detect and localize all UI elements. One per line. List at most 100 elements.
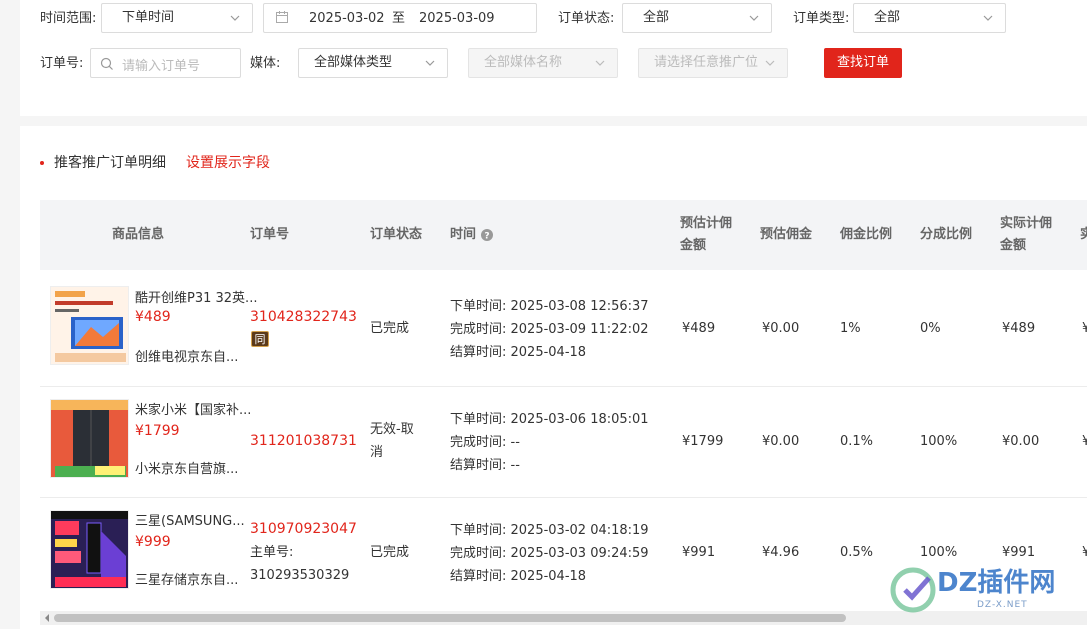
chevron-down-icon (983, 13, 993, 23)
time-range-value: 下单时间 (122, 10, 175, 25)
table-row: 酷开创维P31 32英... ¥489 创维电视京东自... 310428322… (40, 270, 1087, 387)
chevron-down-icon (749, 13, 759, 23)
order-status: 无效-取 (370, 422, 414, 437)
main-order-number: 310293530329 (250, 568, 350, 583)
th-est-amount-line1: 预估计佣 (680, 216, 733, 231)
share-rate: 100% (920, 434, 958, 449)
chevron-down-icon (230, 13, 240, 23)
table-header: 商品信息 订单号 订单状态 时间 ? 预估计佣 金额 预估佣金 佣金比例 分成比… (40, 200, 1087, 270)
search-orders-button[interactable]: 查找订单 (824, 48, 902, 78)
est-amount: ¥1799 (682, 434, 724, 449)
est-commission: ¥0.00 (762, 434, 800, 449)
th-share-rate: 分成比例 (920, 227, 973, 242)
share-rate: 0% (920, 321, 941, 336)
product-price: ¥489 (135, 309, 171, 325)
order-status-select[interactable]: 全部 (622, 3, 772, 33)
product-shop[interactable]: 小米京东自营旗... (135, 458, 238, 481)
time-range-select[interactable]: 下单时间 (101, 3, 253, 33)
ad-position-value: 请选择任意推广位 (654, 55, 759, 70)
order-time: 下单时间: 2025-03-08 12:56:37 (450, 299, 649, 314)
product-image[interactable] (50, 399, 129, 478)
finish-time: 完成时间: 2025-03-03 09:24:59 (450, 546, 649, 561)
date-separator: 至 (392, 11, 406, 26)
next-column-value: ¥ (1082, 321, 1087, 336)
order-number[interactable]: 310970923047 (250, 518, 357, 541)
watermark: DZ插件网 DZ-X.NET (885, 562, 1085, 618)
th-next-column: 实 (1080, 227, 1087, 242)
tong-badge: 同 (251, 331, 269, 347)
order-no-label: 订单号: (40, 56, 84, 71)
th-commission-rate: 佣金比例 (840, 227, 893, 242)
est-commission: ¥0.00 (762, 321, 800, 336)
media-name-select[interactable]: 全部媒体名称 (468, 48, 618, 78)
chevron-down-icon (595, 58, 605, 68)
time-range-label: 时间范围: (40, 11, 97, 26)
filter-panel: 时间范围: 下单时间 2025-03-02 至 2025-03-09 订单状态:… (20, 0, 1087, 116)
th-order-no: 订单号 (250, 227, 290, 242)
product-price: ¥999 (135, 534, 171, 550)
commission-rate: 0.5% (840, 545, 874, 560)
section-dot (40, 161, 44, 165)
watermark-brand: DZ插件网 (937, 568, 1056, 598)
chevron-down-icon (765, 58, 775, 68)
scrollbar-thumb[interactable] (54, 614, 846, 622)
order-status: 已完成 (370, 321, 410, 336)
order-time: 下单时间: 2025-03-06 18:05:01 (450, 412, 649, 427)
est-amount: ¥991 (682, 545, 716, 560)
product-image[interactable] (50, 286, 129, 365)
product-title[interactable]: 米家小米【国家补... (135, 399, 251, 422)
order-status-value: 全部 (643, 10, 670, 25)
th-time: 时间 (450, 227, 477, 242)
share-rate: 100% (920, 545, 958, 560)
order-number[interactable]: 310428322743 (250, 306, 357, 329)
commission-rate: 0.1% (840, 434, 874, 449)
actual-amount: ¥991 (1002, 545, 1036, 560)
scroll-left-arrow-icon[interactable] (40, 611, 54, 625)
order-status: 已完成 (370, 545, 410, 560)
commission-rate: 1% (840, 321, 861, 336)
est-amount: ¥489 (682, 321, 716, 336)
actual-amount: ¥0.00 (1002, 434, 1040, 449)
order-status-line2: 消 (370, 445, 384, 460)
th-est-commission: 预估佣金 (760, 227, 813, 242)
date-start[interactable]: 2025-03-02 (309, 11, 385, 27)
order-type-value: 全部 (874, 10, 901, 25)
order-type-select[interactable]: 全部 (853, 3, 1006, 33)
media-type-select[interactable]: 全部媒体类型 (298, 48, 448, 78)
section-title: 推客推广订单明细 (54, 155, 166, 171)
next-column-value: ¥ (1082, 545, 1087, 560)
settle-time: 结算时间: 2025-04-18 (450, 345, 587, 360)
main-order-label: 主单号: (250, 545, 294, 560)
actual-amount: ¥489 (1002, 321, 1036, 336)
order-status-label: 订单状态: (558, 11, 615, 26)
product-image[interactable] (50, 510, 129, 589)
th-actual-amount-line1: 实际计佣 (1000, 216, 1053, 231)
settings-fields-link[interactable]: 设置展示字段 (186, 154, 270, 172)
finish-time: 完成时间: -- (450, 435, 520, 450)
product-price: ¥1799 (135, 423, 180, 439)
order-type-label: 订单类型: (793, 11, 850, 26)
date-end[interactable]: 2025-03-09 (419, 11, 495, 27)
help-icon[interactable]: ? (481, 229, 493, 245)
order-number[interactable]: 311201038731 (250, 430, 357, 453)
media-label: 媒体: (250, 56, 281, 71)
watermark-url: DZ-X.NET (977, 600, 1028, 610)
table-row: 米家小米【国家补... ¥1799 小米京东自营旗... 31120103873… (40, 387, 1087, 498)
next-column-value: ¥ (1082, 434, 1087, 449)
media-name-value: 全部媒体名称 (484, 55, 563, 70)
product-title[interactable]: 三星(SAMSUNG... (135, 510, 245, 533)
product-shop[interactable]: 三星存储京东自... (135, 569, 238, 592)
ad-position-select[interactable]: 请选择任意推广位 (638, 48, 788, 78)
order-no-input[interactable]: 请输入订单号 (90, 48, 241, 78)
search-icon (100, 57, 114, 75)
est-commission: ¥4.96 (762, 545, 800, 560)
order-time: 下单时间: 2025-03-02 04:18:19 (450, 523, 649, 538)
order-no-placeholder: 请输入订单号 (122, 59, 201, 74)
date-range-picker[interactable]: 2025-03-02 至 2025-03-09 (263, 3, 537, 33)
settle-time: 结算时间: 2025-04-18 (450, 569, 587, 584)
th-est-amount-line2: 金额 (680, 238, 707, 253)
product-shop[interactable]: 创维电视京东自... (135, 346, 238, 369)
th-actual-amount-line2: 金额 (1000, 238, 1027, 253)
chevron-down-icon (425, 58, 435, 68)
th-status: 订单状态 (370, 227, 423, 242)
